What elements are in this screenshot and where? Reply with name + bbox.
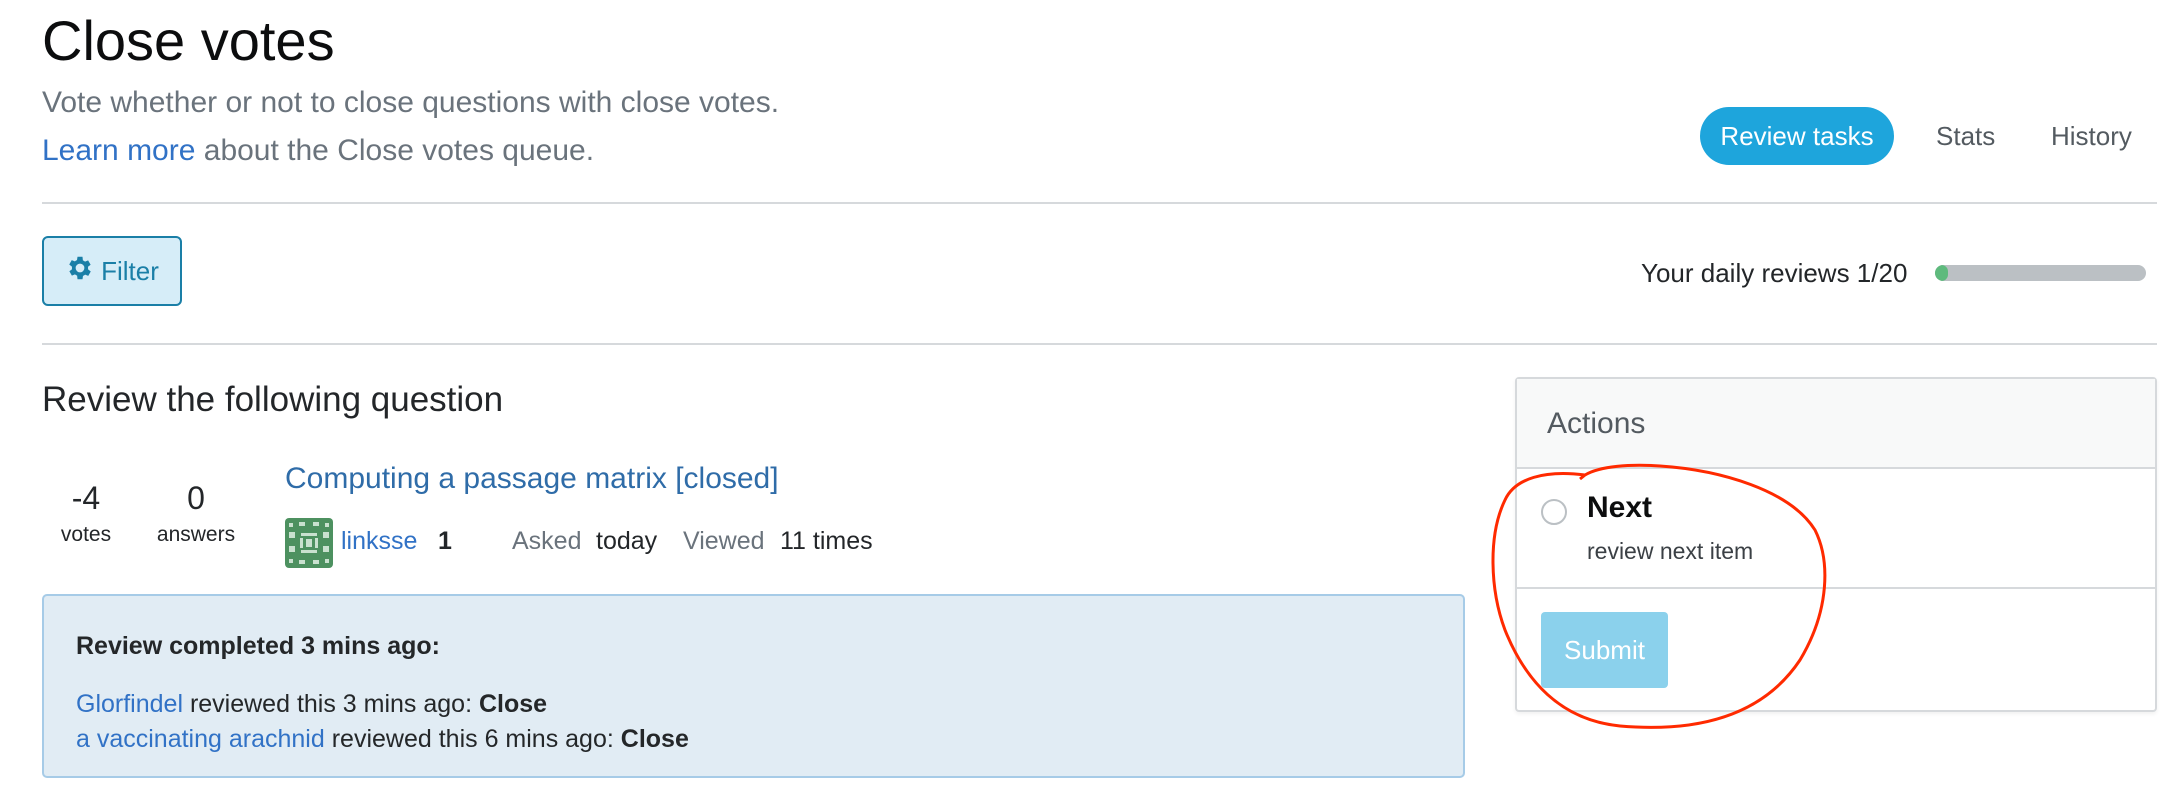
review-completed-heading: Review completed 3 mins ago: <box>76 632 440 660</box>
next-option-description: review next item <box>1587 538 1754 564</box>
viewed-value: 11 times <box>780 527 873 555</box>
author-reputation: 1 <box>438 527 452 555</box>
daily-reviews-label: Your daily reviews 1/20 <box>1641 258 1908 288</box>
tab-history[interactable]: History <box>2051 107 2132 165</box>
votes-count: -4 <box>71 480 101 516</box>
actions-panel: Actions Next review next item Submit <box>1515 377 2157 712</box>
filter-label: Filter <box>101 255 159 286</box>
tab-review-tasks[interactable]: Review tasks <box>1700 107 1894 165</box>
review-entry: a vaccinating arachnid reviewed this 6 m… <box>76 725 689 754</box>
author-link[interactable]: linksse <box>341 527 417 556</box>
reviewer-link[interactable]: a vaccinating arachnid <box>76 725 325 753</box>
votes-label: votes <box>60 523 112 546</box>
avatar[interactable] <box>285 518 333 568</box>
review-entry-action: Close <box>620 725 689 753</box>
divider <box>42 202 2157 204</box>
review-heading: Review the following question <box>42 380 504 419</box>
answers-stat: 0 answers <box>150 480 242 547</box>
submit-button[interactable]: Submit <box>1541 612 1668 688</box>
daily-progress-fill <box>1935 265 1948 281</box>
answers-label: answers <box>156 523 236 546</box>
learn-more-text: about the Close votes queue. <box>195 134 595 167</box>
page-title: Close votes <box>42 9 335 72</box>
votes-stat: -4 votes <box>56 480 116 547</box>
tab-stats[interactable]: Stats <box>1936 107 1995 165</box>
divider <box>42 343 2157 345</box>
review-entry: Glorfindel reviewed this 3 mins ago: Clo… <box>76 690 547 719</box>
divider <box>1517 587 2155 589</box>
review-entry-action: Close <box>478 690 548 718</box>
review-entry-text: reviewed this 3 mins ago: <box>183 690 479 718</box>
next-option-label[interactable]: Next <box>1587 491 1652 525</box>
actions-header: Actions <box>1517 379 2155 469</box>
actions-heading: Actions <box>1547 407 1646 440</box>
learn-more-link[interactable]: Learn more <box>42 134 195 167</box>
learn-more-line: Learn more about the Close votes queue. <box>42 134 594 168</box>
review-completed-notice: Review completed 3 mins ago: Glorfindel … <box>42 594 1465 778</box>
page-subtitle: Vote whether or not to close questions w… <box>42 86 780 119</box>
answers-count: 0 <box>187 480 205 516</box>
asked-label: Asked <box>512 527 582 555</box>
review-entry-text: reviewed this 6 mins ago: <box>324 725 621 753</box>
viewed-label: Viewed <box>683 527 765 555</box>
gear-icon <box>65 253 95 290</box>
reviewer-link[interactable]: Glorfindel <box>76 690 183 718</box>
next-radio[interactable] <box>1541 499 1567 525</box>
question-title-link[interactable]: Computing a passage matrix [closed] <box>285 462 779 496</box>
daily-progress-bar <box>1935 265 2146 281</box>
filter-button[interactable]: Filter <box>42 236 182 306</box>
asked-value: today <box>596 527 658 555</box>
